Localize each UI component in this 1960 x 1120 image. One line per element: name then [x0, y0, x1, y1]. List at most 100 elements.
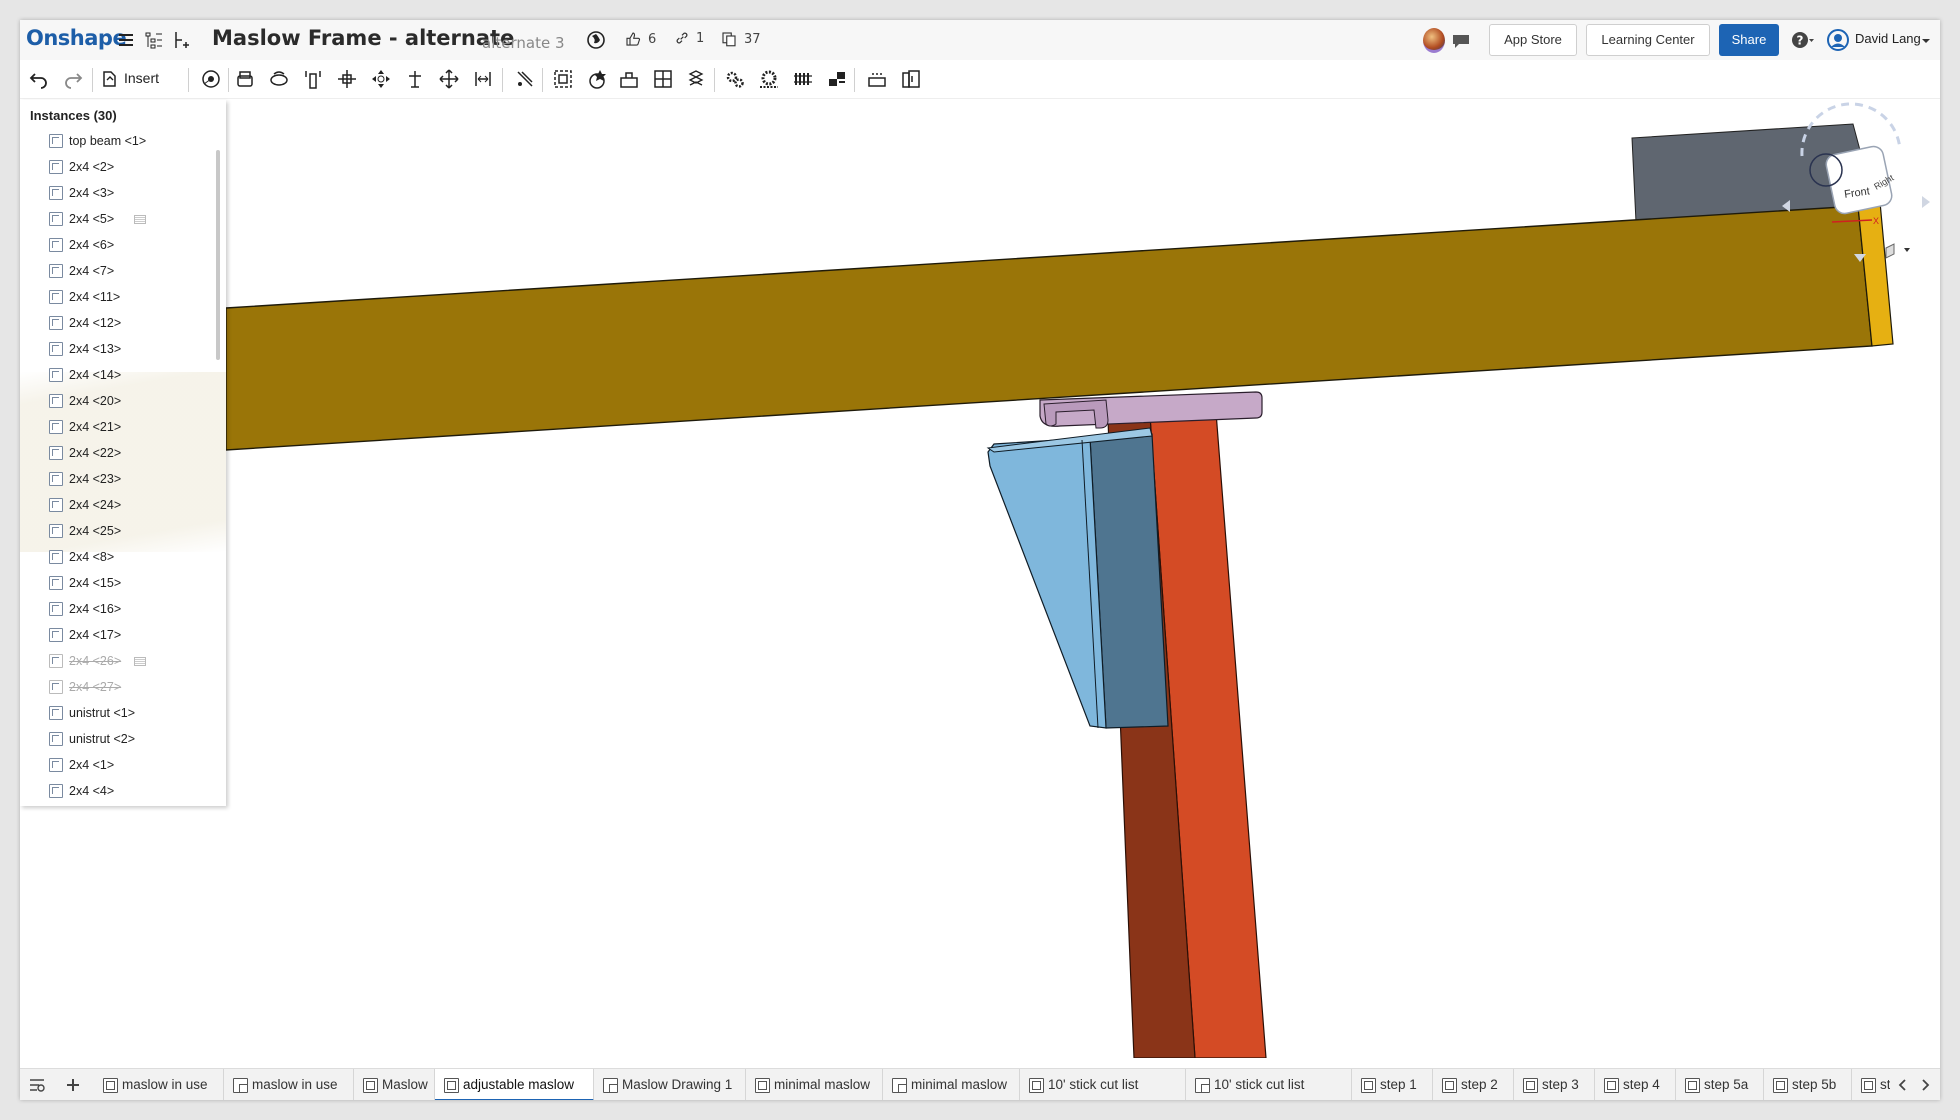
tab-drawing[interactable]: minimal maslow	[883, 1069, 1020, 1100]
instance-item[interactable]: 2x4 <7>	[20, 258, 220, 284]
instance-item[interactable]: unistrut <1>	[20, 700, 220, 726]
revolute-mate-icon[interactable]	[268, 68, 290, 90]
instances-scrollbar[interactable]	[216, 150, 220, 360]
instance-item[interactable]: 2x4 <6>	[20, 232, 220, 258]
links-stat[interactable]: 1	[674, 30, 704, 46]
tab-assembly[interactable]: step 4	[1595, 1069, 1676, 1100]
collaborator-avatar[interactable]	[1423, 28, 1445, 53]
instance-item[interactable]: 2x4 <3>	[20, 180, 220, 206]
instance-item[interactable]: 2x4 <27>	[20, 674, 220, 700]
instance-item[interactable]: 2x4 <14>	[20, 362, 220, 388]
group-icon[interactable]	[586, 68, 608, 90]
linear-relation-icon[interactable]	[826, 68, 848, 90]
tab-assembly[interactable]: Maslow	[354, 1069, 435, 1100]
instance-item[interactable]: 2x4 <11>	[20, 284, 220, 310]
planar-mate-icon[interactable]	[336, 68, 358, 90]
relation-icon[interactable]	[552, 68, 574, 90]
user-avatar-icon[interactable]	[1826, 28, 1850, 52]
slider-mate-icon[interactable]	[302, 68, 324, 90]
fastened-mate-icon[interactable]	[234, 68, 256, 90]
user-menu-chevron-icon[interactable]	[1920, 28, 1932, 52]
instance-item[interactable]: 2x4 <4>	[20, 778, 220, 804]
workspace-name[interactable]: alternate 3	[482, 34, 565, 52]
instance-item[interactable]: 2x4 <20>	[20, 388, 220, 414]
mate-connector-icon[interactable]	[200, 68, 222, 90]
tab-assembly[interactable]: step 5a	[1676, 1069, 1764, 1100]
share-button[interactable]: Share	[1719, 24, 1779, 56]
instance-item[interactable]: 2x4 <21>	[20, 414, 220, 440]
menu-icon[interactable]	[114, 28, 138, 52]
insert-button[interactable]: Insert	[124, 70, 159, 86]
ball-mate-icon[interactable]	[438, 68, 460, 90]
instance-item[interactable]: 2x4 <1>	[20, 752, 220, 778]
pin-slot-mate-icon[interactable]	[404, 68, 426, 90]
tab-drawing[interactable]: Maslow Drawing 1	[594, 1069, 746, 1100]
app-store-button[interactable]: App Store	[1489, 24, 1577, 56]
instance-item[interactable]: 2x4 <17>	[20, 622, 220, 648]
scroll-tabs-left-icon[interactable]	[1894, 1076, 1912, 1094]
explode-icon[interactable]	[866, 68, 888, 90]
instance-item[interactable]: 2x4 <26>	[20, 648, 220, 674]
named-position-icon[interactable]	[900, 68, 922, 90]
tab-assembly[interactable]: step 5b	[1764, 1069, 1852, 1100]
comments-icon[interactable]	[1449, 29, 1473, 53]
tab-assembly[interactable]: step 1	[1352, 1069, 1433, 1100]
parallel-mate-icon[interactable]	[472, 68, 494, 90]
part-instance-icon	[49, 394, 63, 408]
instance-list: top beam <1> 2x4 <2> 2x4 <3> 2x4 <5> 2x4 <6>…	[20, 128, 220, 806]
instance-item[interactable]: 2x4 <5>	[20, 206, 220, 232]
user-menu[interactable]: David Lang	[1855, 31, 1921, 46]
rotate-right-arrow[interactable]	[1922, 196, 1930, 208]
graphics-viewport[interactable]: Front Right X	[20, 98, 1940, 1058]
part-instance-icon	[49, 732, 63, 746]
screw-relation-icon[interactable]	[792, 68, 814, 90]
instance-item[interactable]: unistrut <2>	[20, 726, 220, 752]
copies-stat[interactable]: 37	[720, 30, 761, 48]
tab-assembly[interactable]: maslow in use	[94, 1069, 224, 1100]
instance-item[interactable]: 2x4 <23>	[20, 466, 220, 492]
insert-part-studio-icon[interactable]	[170, 28, 194, 52]
insert-icon[interactable]	[98, 68, 120, 90]
instance-item[interactable]: 2x4 <22>	[20, 440, 220, 466]
tab-assembly[interactable]: adjustable maslow	[435, 1069, 594, 1100]
part-instance-icon	[49, 550, 63, 564]
tab-drawing[interactable]: 10' stick cut list	[1186, 1069, 1352, 1100]
learning-center-button[interactable]: Learning Center	[1586, 24, 1710, 56]
scroll-tabs-right-icon[interactable]	[1916, 1076, 1934, 1094]
redo-icon[interactable]	[62, 68, 84, 90]
rack-pinion-icon[interactable]	[758, 68, 780, 90]
public-globe-icon[interactable]	[584, 28, 608, 52]
document-title[interactable]: Maslow Frame - alternate	[212, 26, 514, 50]
add-tab-icon[interactable]	[64, 1076, 82, 1094]
instance-item[interactable]: 2x4 <13>	[20, 336, 220, 362]
tangent-mate-icon[interactable]	[514, 68, 536, 90]
onshape-logo[interactable]: Onshape	[26, 26, 127, 50]
mirror-icon[interactable]	[686, 68, 708, 90]
instance-item[interactable]: 2x4 <8>	[20, 544, 220, 570]
cylindrical-mate-icon[interactable]	[370, 68, 392, 90]
tab-assembly[interactable]: step 2	[1433, 1069, 1514, 1100]
instance-item[interactable]: 2x4 <15>	[20, 570, 220, 596]
tab-assembly[interactable]: minimal maslow	[746, 1069, 883, 1100]
tab-drawing[interactable]: maslow in use	[224, 1069, 354, 1100]
tab-label: step 5b	[1792, 1077, 1837, 1092]
instance-item[interactable]: 2x4 <24>	[20, 492, 220, 518]
help-icon[interactable]: ?	[1790, 28, 1814, 52]
gear-relation-icon[interactable]	[724, 68, 746, 90]
instance-item[interactable]: top beam <1>	[20, 128, 220, 154]
tab-assembly[interactable]: step 3	[1514, 1069, 1595, 1100]
undo-icon[interactable]	[28, 68, 50, 90]
replicate-icon[interactable]	[618, 68, 640, 90]
feature-list-icon[interactable]	[142, 28, 166, 52]
instance-item[interactable]: 2x4 <2>	[20, 154, 220, 180]
pattern-icon[interactable]	[652, 68, 674, 90]
tab-assembly[interactable]: 10' stick cut list	[1020, 1069, 1186, 1100]
part-instance-icon	[49, 706, 63, 720]
instance-item[interactable]: 2x4 <12>	[20, 310, 220, 336]
view-options-icon[interactable]	[1885, 243, 1895, 259]
instance-item[interactable]: 2x4 <25>	[20, 518, 220, 544]
tab-manager-icon[interactable]	[28, 1076, 46, 1094]
instance-item[interactable]: 2x4 <16>	[20, 596, 220, 622]
instance-item[interactable]: unistrut angle <1>	[20, 804, 220, 806]
likes-stat[interactable]: 6	[624, 30, 656, 48]
